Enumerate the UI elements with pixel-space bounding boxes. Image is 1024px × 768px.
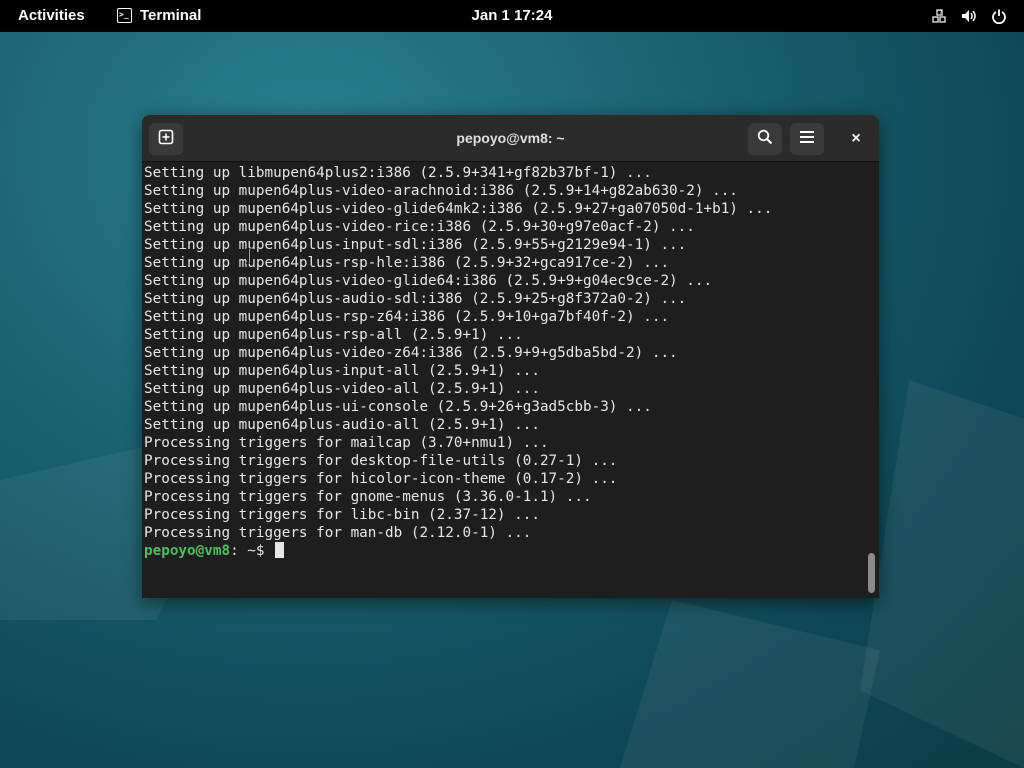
terminal-line: Processing triggers for libc-bin (2.37-1…: [144, 507, 540, 523]
terminal-line: Setting up mupen64plus-input-all (2.5.9+…: [144, 363, 540, 379]
terminal-line: Processing triggers for man-db (2.12.0-1…: [144, 525, 532, 541]
terminal-line: Setting up libmupen64plus2:i386 (2.5.9+3…: [144, 165, 652, 181]
terminal-line: Setting up mupen64plus-rsp-all (2.5.9+1)…: [144, 327, 523, 343]
svg-text:?: ?: [939, 10, 942, 17]
close-button[interactable]: ×: [839, 123, 873, 155]
power-icon: [990, 7, 1008, 25]
search-icon: [757, 129, 773, 150]
close-icon: ×: [851, 130, 861, 147]
app-menu-label: Terminal: [140, 7, 202, 24]
terminal-line: Processing triggers for mailcap (3.70+nm…: [144, 435, 549, 451]
terminal-line: Setting up mupen64plus-audio-sdl:i386 (2…: [144, 291, 687, 307]
prompt-user: pepoyo@vm8: [144, 543, 231, 559]
terminal-line: Processing triggers for desktop-file-uti…: [144, 453, 618, 469]
terminal-line: Setting up mupen64plus-video-all (2.5.9+…: [144, 381, 540, 397]
volume-icon: [960, 7, 978, 25]
terminal-cursor: [275, 542, 285, 558]
terminal-line: Setting up mupen64plus-video-glide64:i38…: [144, 273, 713, 289]
terminal-line: Setting up mupen64plus-video-arachnoid:i…: [144, 183, 738, 199]
terminal-icon: >_: [117, 8, 132, 23]
terminal-prompt[interactable]: pepoyo@vm8: ~$: [144, 542, 863, 560]
terminal-line: Setting up mupen64plus-video-glide64mk2:…: [144, 201, 773, 217]
wallpaper-shard: [860, 380, 1024, 768]
terminal-line: Setting up mupen64plus-video-rice:i386 (…: [144, 219, 695, 235]
terminal-scrollbar[interactable]: [866, 163, 878, 596]
activities-button[interactable]: Activities: [18, 7, 85, 24]
text-cursor-ibeam-icon: [246, 248, 252, 264]
prompt-path: : ~$: [230, 543, 274, 559]
clock[interactable]: Jan 1 17:24: [472, 7, 553, 24]
main-menu-button[interactable]: [790, 123, 824, 155]
hamburger-menu-icon: [799, 130, 815, 149]
terminal-output[interactable]: Setting up libmupen64plus2:i386 (2.5.9+3…: [142, 163, 865, 598]
terminal-window: pepoyo@vm8: ~ × Setting up libmupen64plu…: [142, 115, 879, 598]
terminal-line: Setting up mupen64plus-audio-all (2.5.9+…: [144, 417, 540, 433]
scrollbar-thumb[interactable]: [868, 553, 875, 593]
terminal-line: Processing triggers for gnome-menus (3.3…: [144, 489, 592, 505]
network-icon: ?: [930, 7, 948, 25]
terminal-line: Setting up mupen64plus-video-z64:i386 (2…: [144, 345, 678, 361]
wallpaper-shard: [620, 600, 880, 768]
search-button[interactable]: [748, 123, 782, 155]
header-bar[interactable]: pepoyo@vm8: ~ ×: [142, 115, 879, 162]
terminal-line: Setting up mupen64plus-rsp-z64:i386 (2.5…: [144, 309, 670, 325]
app-menu-terminal[interactable]: >_ Terminal: [117, 7, 201, 24]
system-tray[interactable]: ?: [930, 7, 1008, 25]
terminal-line: Setting up mupen64plus-ui-console (2.5.9…: [144, 399, 652, 415]
terminal-line: Processing triggers for hicolor-icon-the…: [144, 471, 618, 487]
top-bar: Activities >_ Terminal Jan 1 17:24 ?: [0, 0, 1024, 32]
